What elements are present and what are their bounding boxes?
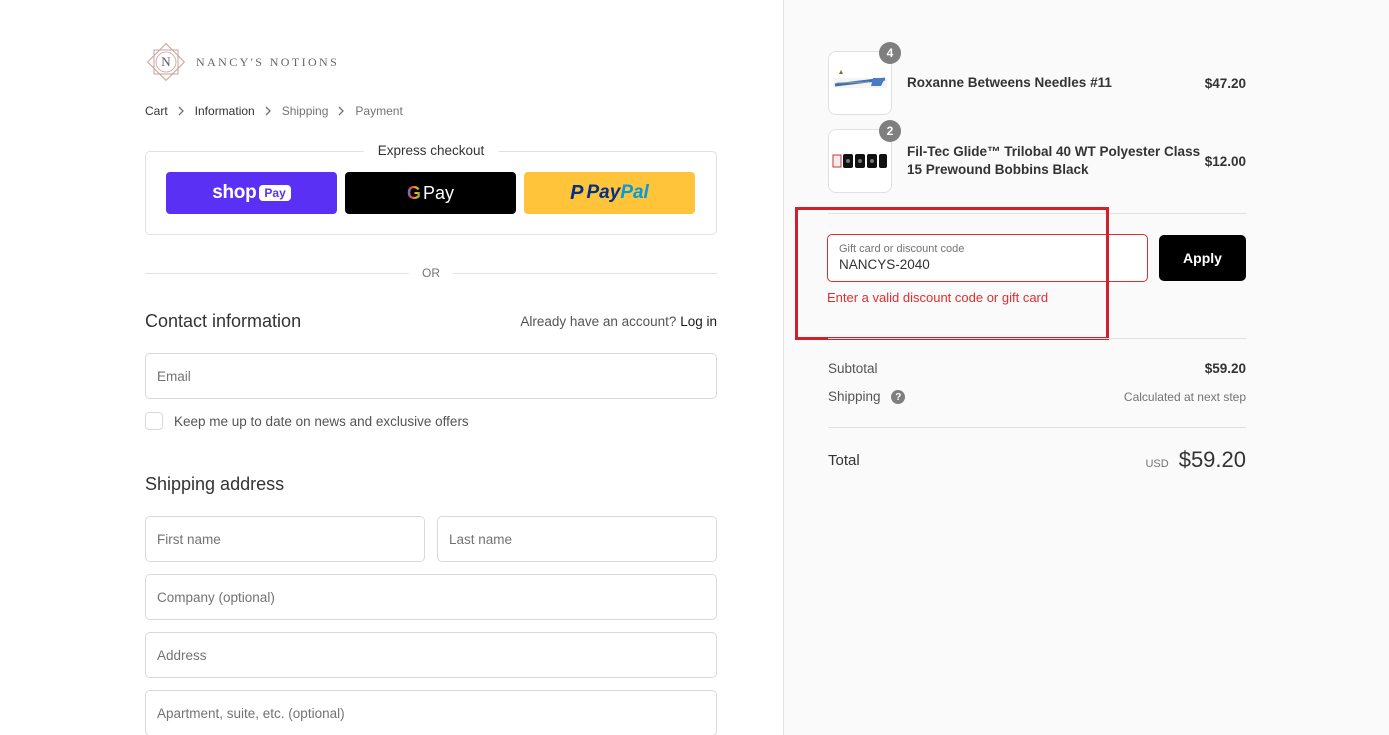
shipping-label: Shipping (828, 389, 881, 404)
chevron-right-icon (264, 106, 273, 116)
breadcrumb-payment: Payment (355, 104, 403, 118)
total-row: Total USD $59.20 (828, 447, 1246, 473)
account-prompt: Already have an account? Log in (520, 314, 717, 329)
checkout-main: N NANCY'S NOTIONS Cart Information Shipp… (0, 0, 783, 735)
needles-image-icon (833, 70, 887, 88)
breadcrumb-cart[interactable]: Cart (145, 104, 168, 118)
first-name-input[interactable] (157, 531, 413, 547)
company-field[interactable] (145, 574, 717, 620)
total-label: Total (828, 451, 860, 469)
summary-divider (828, 338, 1246, 339)
chevron-right-icon (177, 106, 186, 116)
shop-pay-badge: Pay (259, 185, 291, 201)
apply-discount-button[interactable]: Apply (1159, 235, 1246, 281)
google-pay-button[interactable]: G Pay (345, 172, 516, 214)
brand-name: NANCY'S NOTIONS (196, 54, 340, 69)
email-field[interactable] (145, 353, 717, 399)
total-amount: $59.20 (1178, 447, 1246, 472)
email-input[interactable] (157, 368, 705, 384)
login-link[interactable]: Log in (680, 314, 717, 329)
shop-pay-wordmark: shop (212, 182, 257, 203)
product-thumbnail: 2 (828, 120, 901, 193)
paypal-p-icon: P (570, 181, 584, 204)
contact-title: Contact information (145, 311, 302, 331)
cart-item: 2 Fil-Tec Glide™ Trilobal 40 WT Polyeste… (828, 120, 1246, 193)
subtotal-row: Subtotal $59.20 (828, 361, 1246, 376)
shop-pay-button[interactable]: shop Pay (166, 172, 337, 214)
item-price: $12.00 (1204, 153, 1246, 169)
brand-logo[interactable]: N NANCY'S NOTIONS (145, 41, 339, 83)
shipping-value: Calculated at next step (1123, 389, 1246, 404)
currency-code: USD (1145, 458, 1169, 470)
account-prompt-text: Already have an account? (520, 314, 677, 329)
item-price: $47.20 (1204, 75, 1246, 91)
subtotal-value: $59.20 (1204, 361, 1246, 376)
annotation-highlight-box (795, 207, 1109, 340)
company-input[interactable] (157, 589, 705, 605)
breadcrumb-shipping: Shipping (281, 104, 329, 118)
chevron-right-icon (337, 106, 346, 116)
bobbins-image-icon (832, 154, 887, 168)
item-name: Fil-Tec Glide™ Trilobal 40 WT Polyester … (907, 144, 1201, 177)
breadcrumb: Cart Information Shipping Payment (145, 104, 403, 118)
product-thumbnail: 4 (828, 42, 901, 115)
last-name-field[interactable] (437, 516, 717, 562)
first-name-field[interactable] (145, 516, 425, 562)
subtotal-label: Subtotal (828, 361, 878, 376)
paypal-pal-text: Pal (620, 182, 649, 203)
shipping-address-title: Shipping address (145, 474, 285, 494)
total-amount-group: USD $59.20 (1145, 447, 1246, 473)
newsletter-row: Keep me up to date on news and exclusive… (145, 412, 469, 430)
express-checkout: Express checkout shop Pay G Pay P Pay Pa… (145, 143, 717, 235)
shipping-label-group: Shipping ? (828, 389, 906, 405)
newsletter-label: Keep me up to date on news and exclusive… (174, 413, 469, 429)
cart-item: 4 Roxanne Betweens Needles #11 $47.20 (828, 42, 1246, 115)
logo-mark-icon: N (145, 41, 187, 83)
item-name: Roxanne Betweens Needles #11 (907, 75, 1112, 90)
last-name-input[interactable] (449, 531, 705, 547)
or-divider: OR (145, 264, 717, 282)
quantity-badge: 2 (879, 120, 901, 142)
logo-monogram: N (161, 54, 171, 69)
newsletter-checkbox[interactable] (145, 412, 163, 430)
divider-line-left (145, 273, 409, 274)
order-summary: 4 Roxanne Betweens Needles #11 $47.20 2 … (783, 0, 1389, 735)
help-icon[interactable]: ? (891, 390, 906, 405)
quantity-badge: 4 (879, 42, 901, 64)
breadcrumb-information: Information (194, 104, 255, 118)
apartment-input[interactable] (157, 705, 705, 721)
address-input[interactable] (157, 647, 705, 663)
shipping-row: Shipping ? Calculated at next step (828, 389, 1246, 405)
or-label: OR (422, 266, 440, 280)
express-checkout-title: Express checkout (363, 143, 499, 158)
apartment-field[interactable] (145, 690, 717, 735)
google-pay-label: Pay (422, 182, 455, 203)
summary-divider (828, 427, 1246, 428)
address-field[interactable] (145, 632, 717, 678)
google-g-icon: G (406, 182, 421, 203)
paypal-button[interactable]: P Pay Pal (524, 172, 695, 214)
divider-line-right (453, 273, 717, 274)
paypal-pay-text: Pay (586, 182, 621, 203)
